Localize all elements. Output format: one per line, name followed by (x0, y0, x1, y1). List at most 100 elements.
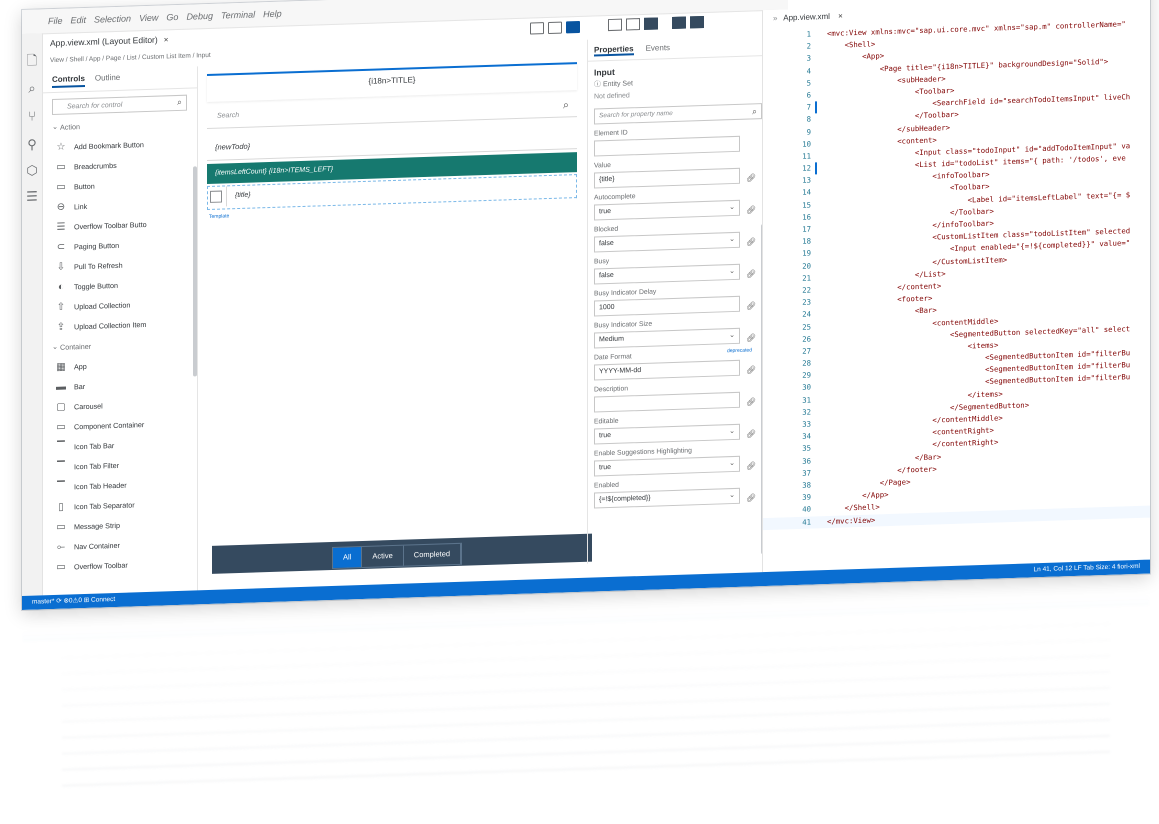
menu-item-terminal[interactable]: Terminal (221, 9, 255, 20)
tab-events[interactable]: Events (646, 43, 670, 55)
property-value: 1000 (599, 303, 615, 312)
menu-item-edit[interactable]: Edit (71, 15, 87, 26)
phone-view-button[interactable] (530, 22, 544, 35)
tab-controls[interactable]: Controls (52, 73, 85, 89)
phone-preview-button[interactable] (608, 18, 622, 32)
menu-item-go[interactable]: Go (166, 12, 178, 22)
binding-link-icon[interactable]: 🔗︎ (746, 269, 756, 278)
split-view-button[interactable] (672, 16, 686, 30)
control-search-input[interactable]: Search for control ⌕ (52, 94, 187, 116)
segment-all[interactable]: All (333, 547, 363, 568)
canvas-search-placeholder: Search (217, 111, 240, 120)
property-field: Busy Indicator Delay 1000 🔗︎ (588, 283, 768, 317)
property-value-input[interactable]: {title} (594, 167, 740, 189)
property-value: YYYY-MM-dd (599, 367, 642, 376)
controls-scrollbar[interactable] (193, 166, 197, 377)
tablet-preview-button[interactable] (626, 18, 640, 31)
upload-item-icon: ⇪ (56, 321, 66, 333)
property-search-input[interactable]: Search for property name ⌕ (594, 103, 762, 125)
binding-link-icon[interactable]: 🔗︎ (746, 397, 756, 406)
control-item-label: Icon Tab Bar (74, 440, 115, 451)
debug-icon[interactable]: ⚲ (25, 137, 39, 152)
property-value: false (599, 271, 614, 280)
breadcrumb[interactable]: View / Shell / App / Page / List / Custo… (50, 52, 211, 64)
binding-link-icon[interactable]: 🔗︎ (746, 429, 756, 438)
panel-toggle-button[interactable] (690, 15, 704, 29)
property-field: Description 🔗︎ (588, 379, 768, 413)
property-value-input[interactable]: true ⌄ (594, 423, 740, 445)
entity-set-text: Entity Set (602, 80, 633, 89)
search-icon[interactable]: ⌕ (752, 104, 757, 118)
ide-window: File Edit Selection View Go Debug Terminal Help… (22, 0, 1150, 611)
binding-link-icon[interactable]: 🔗︎ (746, 173, 756, 182)
entity-set-value: Not defined (594, 92, 630, 101)
property-value-input[interactable]: true ⌄ (594, 199, 740, 221)
binding-link-icon[interactable]: 🔗︎ (746, 301, 756, 310)
property-value-input[interactable]: true ⌄ (594, 455, 740, 477)
code-text: <Shell> (827, 39, 876, 51)
extensions-icon[interactable]: ⬡ (25, 162, 39, 177)
property-value-input[interactable]: YYYY-MM-dd (594, 359, 740, 381)
storage-icon[interactable]: ☰ (25, 188, 39, 203)
tab-properties[interactable]: Properties (594, 44, 634, 57)
desktop-preview-button[interactable] (644, 17, 658, 30)
controls-tabs: Controls Outline (42, 66, 197, 94)
binding-link-icon[interactable]: 🔗︎ (746, 365, 756, 374)
property-value-input[interactable] (594, 391, 740, 413)
control-item-label: Add Bookmark Button (74, 139, 144, 151)
property-value: {=!${completed}} (599, 494, 651, 504)
files-icon[interactable]: 🗋 (25, 53, 39, 68)
status-left[interactable]: master* ⟳ ⊗0⚠0 ⊞ Connect (32, 596, 115, 606)
chevron-down-icon[interactable]: ⌄ (729, 265, 735, 279)
desktop-view-button[interactable] (566, 20, 580, 34)
code-lines[interactable]: 1 <mvc:View xmlns:mvc="sap.ui.core.mvc" x… (763, 18, 1150, 530)
chevron-down-icon[interactable]: ⌄ (729, 233, 735, 247)
property-value-input[interactable]: false ⌄ (594, 263, 740, 285)
property-value-input[interactable]: false ⌄ (594, 231, 740, 253)
search-icon[interactable]: ⌕ (25, 81, 39, 96)
control-item[interactable]: ▭ Overflow Toolbar (42, 552, 197, 577)
binding-link-icon[interactable]: 🔗︎ (746, 237, 756, 246)
source-control-icon[interactable]: ⑂ (25, 109, 39, 124)
binding-link-icon[interactable]: 🔗︎ (746, 205, 756, 214)
control-item-label: Icon Tab Header (74, 480, 127, 491)
chevron-down-icon[interactable]: ⌄ (729, 489, 735, 503)
property-field: Editable true ⌄ 🔗︎ (588, 411, 768, 445)
chevron-down-icon[interactable]: ⌄ (729, 201, 735, 215)
chevron-down-icon[interactable]: ⌄ (729, 425, 735, 439)
property-value-input[interactable]: {=!${completed}} ⌄ (594, 487, 740, 509)
tab-bar-icon: ▔ (57, 441, 65, 453)
segment-completed[interactable]: Completed (403, 543, 462, 566)
search-icon[interactable]: ⌕ (177, 97, 182, 108)
menu-item-file[interactable]: File (48, 16, 63, 26)
menu-item-debug[interactable]: Debug (186, 11, 213, 22)
close-icon[interactable]: × (164, 35, 169, 44)
binding-link-icon[interactable]: 🔗︎ (746, 493, 756, 502)
list-item-checkbox[interactable] (210, 190, 222, 203)
property-value-input[interactable]: 1000 (594, 295, 740, 317)
toggle-icon: ◐ (57, 281, 65, 293)
menu-item-selection[interactable]: Selection (94, 13, 131, 24)
tab-filter-icon: ▔ (57, 461, 65, 473)
chevron-down-icon[interactable]: ⌄ (729, 457, 735, 471)
chevron-down-icon[interactable]: ⌄ (729, 329, 735, 343)
deprecated-tag: deprecated (726, 347, 752, 355)
footer-bar[interactable]: All Active Completed (212, 533, 592, 574)
close-icon[interactable]: × (838, 11, 843, 20)
property-value-input[interactable] (594, 135, 740, 157)
tablet-view-button[interactable] (548, 21, 562, 35)
search-icon[interactable]: ⌕ (563, 94, 569, 116)
property-value-input[interactable]: Medium ⌄ (594, 327, 740, 349)
menu-item-view[interactable]: View (139, 13, 158, 24)
binding-link-icon[interactable]: 🔗︎ (746, 461, 756, 470)
control-item-label: Breadcrumbs (74, 160, 117, 171)
menu-item-help[interactable]: Help (263, 9, 282, 20)
status-right[interactable]: Ln 41, Col 12 LF Tab Size: 4 fiori-xml (1034, 560, 1140, 577)
code-text: <footer> (827, 293, 933, 307)
paging-icon: ⊂ (56, 241, 66, 253)
binding-link-icon[interactable]: 🔗︎ (746, 333, 756, 342)
list-icon: ☰ (56, 221, 66, 233)
segment-active[interactable]: Active (362, 545, 404, 568)
property-field: Enabled {=!${completed}} ⌄ 🔗︎ (588, 475, 768, 509)
tab-outline[interactable]: Outline (95, 73, 120, 87)
